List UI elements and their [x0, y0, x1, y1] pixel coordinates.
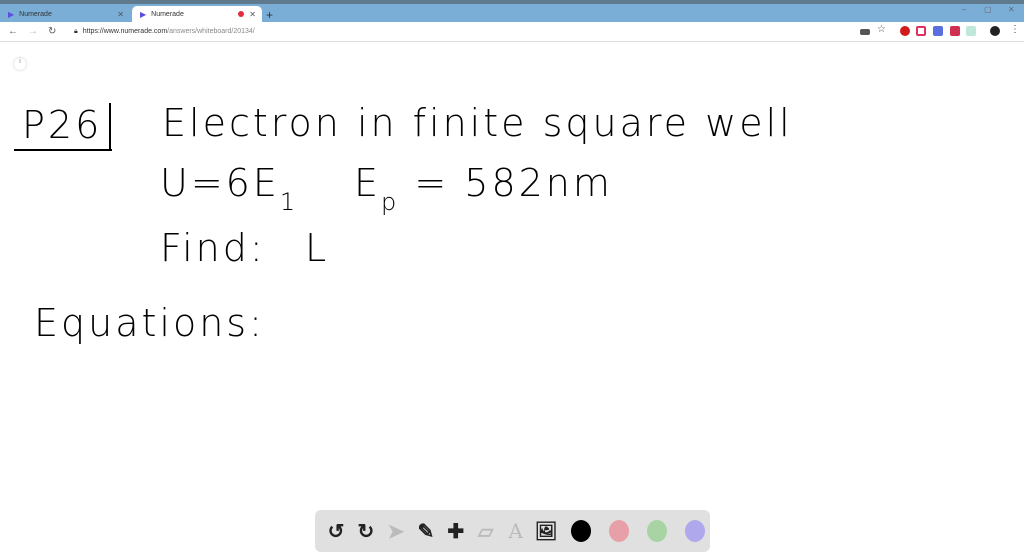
given-u-text: U=6E — [160, 161, 280, 205]
tab-label: Numerade — [19, 10, 52, 18]
maximize-button[interactable]: ▢ — [984, 5, 992, 14]
given-e-sub: p — [381, 188, 400, 216]
problem-title: Electron in finite square well — [162, 101, 793, 145]
url-path: /answers/whiteboard/20134/ — [167, 27, 255, 35]
drawing-toolbar: ↺ ↻ ➤ ✎ ✚ ▱ A 🖼︎ — [315, 510, 710, 552]
tab-label: Numerade — [151, 10, 184, 18]
close-tab-icon[interactable]: ✕ — [117, 10, 124, 19]
star-icon[interactable]: ☆ — [877, 24, 887, 35]
extension-icon-1[interactable] — [900, 26, 910, 36]
redo-icon[interactable]: ↻ — [355, 519, 377, 543]
info-icon[interactable]: i — [14, 58, 26, 70]
whiteboard-canvas[interactable]: i P26 Electron in finite square well U=6… — [0, 43, 1024, 558]
text-tool-icon[interactable]: A — [505, 519, 527, 543]
problem-number: P26 — [22, 103, 103, 147]
given-e: Ep = 582nm — [354, 161, 613, 216]
find-label: Find: — [160, 226, 266, 270]
given-e-value: = 582nm — [414, 161, 613, 205]
tab-numerade-2[interactable]: ▶ Numerade ✕ — [132, 6, 262, 22]
underline — [14, 149, 112, 151]
pencil-icon[interactable]: ✎ — [415, 519, 437, 543]
color-purple[interactable] — [684, 520, 706, 542]
select-cursor-icon[interactable]: ➤ — [385, 519, 407, 543]
menu-icon[interactable]: ⋮ — [1010, 24, 1020, 35]
lock-icon: 🔒︎ — [74, 27, 78, 35]
extension-icon-5[interactable] — [966, 26, 976, 36]
tab-bar: ▶ Numerade ✕ ▶ Numerade ✕ + – ▢ ✕ — [0, 4, 1024, 22]
numerade-logo-icon: ▶ — [140, 9, 147, 19]
numerade-logo-icon: ▶ — [8, 9, 15, 19]
close-tab-icon[interactable]: ✕ — [249, 10, 256, 19]
divider — [109, 103, 111, 149]
address-bar-row: ← → ↻ 🔒︎ https://www.numerade.com/answers… — [0, 22, 1024, 42]
back-icon[interactable]: ← — [8, 26, 20, 37]
reload-icon[interactable]: ↻ — [48, 26, 60, 37]
forward-icon[interactable]: → — [28, 26, 40, 37]
profile-avatar[interactable] — [990, 26, 1000, 36]
given-u-sub: 1 — [279, 188, 299, 216]
image-icon[interactable]: 🖼︎ — [535, 519, 558, 543]
given-e-text: E — [354, 161, 382, 205]
given-u: U=6E1 — [160, 161, 298, 216]
close-window-button[interactable]: ✕ — [1008, 5, 1015, 14]
color-black[interactable] — [570, 520, 591, 542]
tab-numerade-1[interactable]: ▶ Numerade ✕ — [0, 6, 130, 22]
undo-icon[interactable]: ↺ — [325, 519, 347, 543]
color-pink[interactable] — [608, 520, 629, 542]
url-field[interactable]: 🔒︎ https://www.numerade.com/answers/white… — [74, 28, 255, 36]
gmail-icon[interactable] — [950, 26, 960, 36]
find-variable: L — [305, 226, 330, 270]
eraser-icon[interactable]: ▱ — [475, 519, 497, 543]
url-host: https://www.numerade.com — [82, 27, 168, 35]
new-tab-button[interactable]: + — [266, 8, 273, 22]
equations-label: Equations: — [34, 301, 265, 345]
minimize-button[interactable]: – — [962, 5, 966, 14]
recording-icon — [238, 11, 244, 17]
camera-icon[interactable] — [860, 29, 870, 35]
color-green[interactable] — [646, 520, 667, 542]
extension-icon-2[interactable] — [916, 26, 926, 36]
extension-icon-3[interactable] — [933, 26, 943, 36]
plus-icon[interactable]: ✚ — [445, 519, 467, 543]
